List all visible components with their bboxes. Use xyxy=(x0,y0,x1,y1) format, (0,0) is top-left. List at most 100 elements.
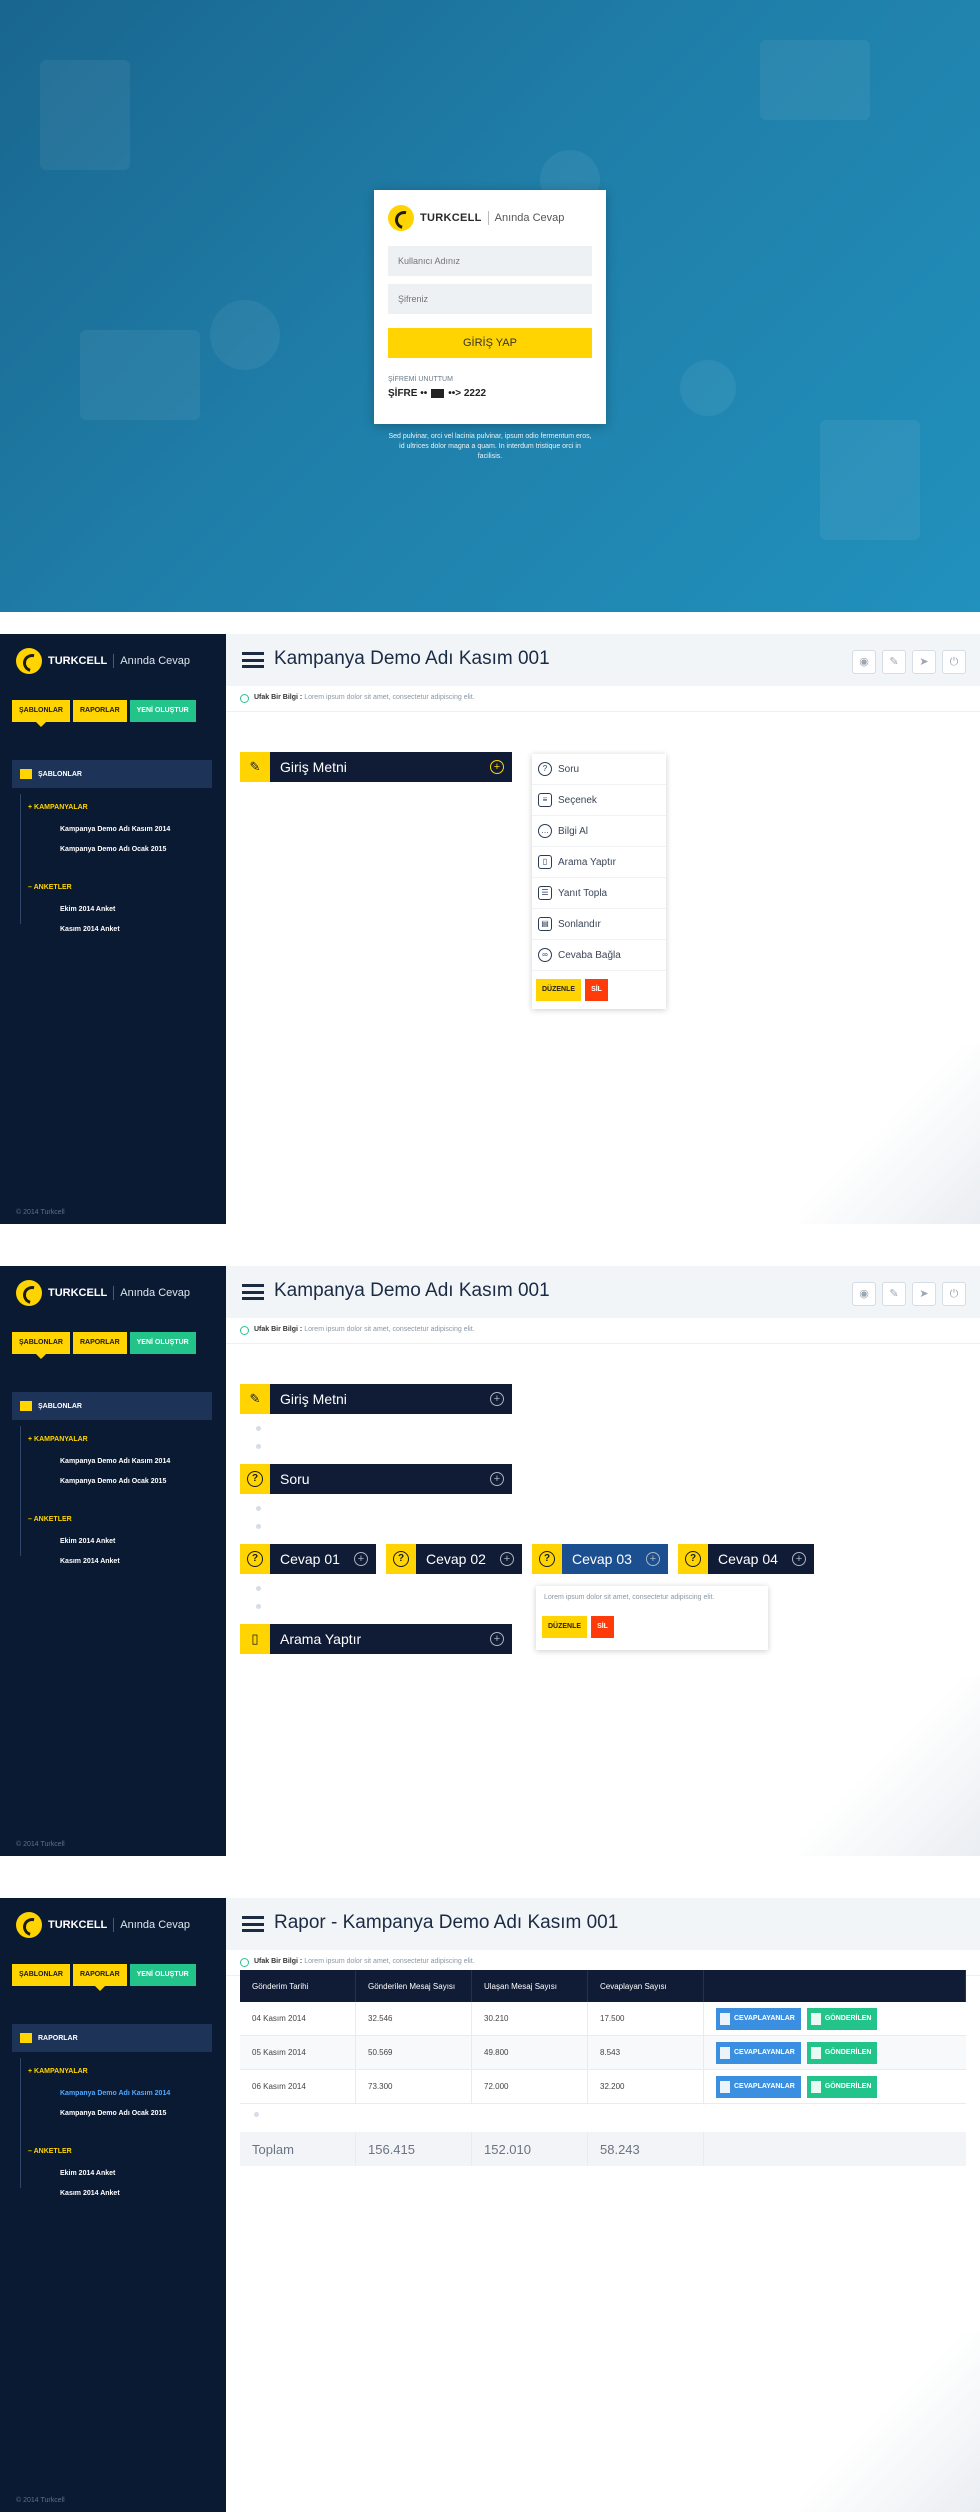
flow-node-answer[interactable]: ? Cevap 04 + xyxy=(678,1544,814,1574)
sms-prefix: ŞİFRE •• xyxy=(388,388,428,399)
sidebar-item-campaign-selected[interactable]: Kampanya Demo Adı Kasım 2014 xyxy=(60,2090,170,2097)
flow-node-answer[interactable]: ? Cevap 01 + xyxy=(240,1544,376,1574)
edit-button[interactable]: DÜZENLE xyxy=(536,979,582,1001)
excel-icon xyxy=(720,2080,730,2093)
password-field[interactable] xyxy=(388,284,592,314)
footer-copyright: © 2014 Turkcell xyxy=(16,2497,65,2504)
sidebar-item-campaign[interactable]: Kampanya Demo Adı Kasım 2014 xyxy=(60,826,170,833)
add-icon[interactable]: + xyxy=(490,760,504,774)
sidebar-item-survey[interactable]: Kasım 2014 Anket xyxy=(60,926,120,933)
total-empty xyxy=(704,2132,966,2166)
flow-node-answer[interactable]: ? Cevap 02 + xyxy=(386,1544,522,1574)
flow-node-call[interactable]: ▯ Arama Yaptır + xyxy=(240,1624,512,1654)
brand-name: TURKCELL xyxy=(420,212,482,224)
hamburger-menu-icon[interactable] xyxy=(242,1284,264,1300)
sidebar-item-survey[interactable]: Ekim 2014 Anket xyxy=(60,906,115,913)
table-cell: 72.000 xyxy=(472,2070,588,2103)
power-icon[interactable]: ⏻ xyxy=(942,1282,966,1306)
flow-node-intro[interactable]: ✎ Giriş Metni + xyxy=(240,1384,512,1414)
tab-create-new[interactable]: YENİ OLUŞTUR xyxy=(129,700,196,722)
table-row: 04 Kasım 2014 32.546 30.210 17.500 CEVAP… xyxy=(240,2002,966,2036)
add-icon[interactable]: + xyxy=(646,1552,660,1566)
node-label: Soru xyxy=(280,1471,310,1487)
login-card: TURKCELL Anında Cevap GİRİŞ YAP ŞİFREMİ … xyxy=(374,190,606,424)
sidebar-item-campaign[interactable]: Kampanya Demo Adı Kasım 2014 xyxy=(60,1458,170,1465)
edit-button[interactable]: DÜZENLE xyxy=(542,1616,588,1638)
connector-dot xyxy=(256,1604,261,1609)
flow-node-question[interactable]: ? Soru + xyxy=(240,1464,512,1494)
add-step-menu: ? Soru ≡ Seçenek … Bilgi Al ▯ Arama Yaptır ☰… xyxy=(532,754,666,1009)
footer-copyright: © 2014 Turkcell xyxy=(16,1209,65,1216)
delete-button[interactable]: SİL xyxy=(585,979,608,1001)
add-icon[interactable]: + xyxy=(500,1552,514,1566)
sidebar-item-survey[interactable]: Ekim 2014 Anket xyxy=(60,1538,115,1545)
sms-password-hint: ŞİFRE •• ••> 2222 xyxy=(388,388,486,399)
menu-item-get-info[interactable]: … Bilgi Al xyxy=(532,816,666,847)
sidebar-item-survey[interactable]: Ekim 2014 Anket xyxy=(60,2170,115,2177)
save-icon[interactable]: ◉ xyxy=(852,1282,876,1306)
responders-excel-button[interactable]: CEVAPLAYANLAR xyxy=(716,2007,801,2030)
edit-icon[interactable]: ✎ xyxy=(882,1282,906,1306)
send-icon[interactable]: ➤ xyxy=(912,650,936,674)
total-label: Toplam xyxy=(240,2132,356,2166)
tab-reports[interactable]: RAPORLAR xyxy=(72,700,127,722)
sent-excel-button[interactable]: GÖNDERİLEN xyxy=(806,2007,878,2030)
add-icon[interactable]: + xyxy=(354,1552,368,1566)
flow-node-answer-selected[interactable]: ? Cevap 03 + xyxy=(532,1544,668,1574)
hamburger-menu-icon[interactable] xyxy=(242,1916,264,1932)
power-icon[interactable]: ⏻ xyxy=(942,650,966,674)
edit-icon[interactable]: ✎ xyxy=(882,650,906,674)
group-campaigns[interactable]: + KAMPANYALAR xyxy=(28,1436,88,1443)
tab-create-new[interactable]: YENİ OLUŞTUR xyxy=(129,1332,196,1354)
group-surveys[interactable]: – ANKETLER xyxy=(28,884,72,891)
tab-templates[interactable]: ŞABLONLAR xyxy=(12,1332,70,1359)
forgot-password-link[interactable]: ŞİFREMİ UNUTTUM xyxy=(388,376,453,383)
group-campaigns[interactable]: + KAMPANYALAR xyxy=(28,804,88,811)
group-campaigns[interactable]: + KAMPANYALAR xyxy=(28,2068,88,2075)
sidebar-item-campaign[interactable]: Kampanya Demo Adı Ocak 2015 xyxy=(60,1478,166,1485)
responders-excel-button[interactable]: CEVAPLAYANLAR xyxy=(716,2041,801,2064)
delete-button[interactable]: SİL xyxy=(591,1616,614,1638)
responders-excel-button[interactable]: CEVAPLAYANLAR xyxy=(716,2075,801,2098)
menu-item-link[interactable]: ∞ Cevaba Bağla xyxy=(532,940,666,971)
menu-item-collect[interactable]: ☰ Yanıt Topla xyxy=(532,878,666,909)
table-header: Gönderim Tarihi Gönderilen Mesaj Sayısı … xyxy=(240,1970,966,2002)
hamburger-menu-icon[interactable] xyxy=(242,652,264,668)
login-button[interactable]: GİRİŞ YAP xyxy=(388,328,592,358)
add-icon[interactable]: + xyxy=(490,1472,504,1486)
excel-icon xyxy=(720,2012,730,2025)
sidebar-item-survey[interactable]: Kasım 2014 Anket xyxy=(60,1558,120,1565)
sent-excel-button[interactable]: GÖNDERİLEN xyxy=(806,2075,878,2098)
sidebar-tabs: ŞABLONLAR RAPORLAR YENİ OLUŞTUR xyxy=(12,1332,196,1359)
link-icon: ∞ xyxy=(538,948,552,962)
sidebar-item-campaign[interactable]: Kampanya Demo Adı Ocak 2015 xyxy=(60,846,166,853)
sidebar: TURKCELL Anında Cevap ŞABLONLAR RAPORLAR… xyxy=(0,1266,226,1856)
group-surveys[interactable]: – ANKETLER xyxy=(28,1516,72,1523)
send-icon[interactable]: ➤ xyxy=(912,1282,936,1306)
tab-create-new[interactable]: YENİ OLUŞTUR xyxy=(129,1964,196,1986)
header: Kampanya Demo Adı Kasım 001 ◉ ✎ ➤ ⏻ xyxy=(226,1266,980,1318)
menu-item-end[interactable]: ▤ Sonlandır xyxy=(532,909,666,940)
add-icon[interactable]: + xyxy=(490,1632,504,1646)
sidebar-item-survey[interactable]: Kasım 2014 Anket xyxy=(60,2190,120,2197)
brand-logo: TURKCELL Anında Cevap xyxy=(16,1280,190,1306)
add-icon[interactable]: + xyxy=(792,1552,806,1566)
menu-item-call[interactable]: ▯ Arama Yaptır xyxy=(532,847,666,878)
flow-node-intro[interactable]: ✎ Giriş Metni + xyxy=(240,752,512,782)
username-field[interactable] xyxy=(388,246,592,276)
save-icon[interactable]: ◉ xyxy=(852,650,876,674)
info-bar: Ufak Bir Bilgi : Lorem ipsum dolor sit a… xyxy=(226,1318,980,1344)
menu-item-question[interactable]: ? Soru xyxy=(532,754,666,785)
menu-item-option[interactable]: ≡ Seçenek xyxy=(532,785,666,816)
sidebar-item-campaign[interactable]: Kampanya Demo Adı Ocak 2015 xyxy=(60,2110,166,2117)
sent-excel-button[interactable]: GÖNDERİLEN xyxy=(806,2041,878,2064)
tab-templates[interactable]: ŞABLONLAR xyxy=(12,700,70,727)
tab-reports[interactable]: RAPORLAR xyxy=(72,1332,127,1354)
add-icon[interactable]: + xyxy=(490,1392,504,1406)
connector-dot xyxy=(256,1524,261,1529)
tab-reports[interactable]: RAPORLAR xyxy=(72,1964,127,1991)
excel-icon xyxy=(810,2046,821,2059)
column-header: Cevaplayan Sayısı xyxy=(588,1970,704,2002)
tab-templates[interactable]: ŞABLONLAR xyxy=(12,1964,70,1986)
group-surveys[interactable]: – ANKETLER xyxy=(28,2148,72,2155)
